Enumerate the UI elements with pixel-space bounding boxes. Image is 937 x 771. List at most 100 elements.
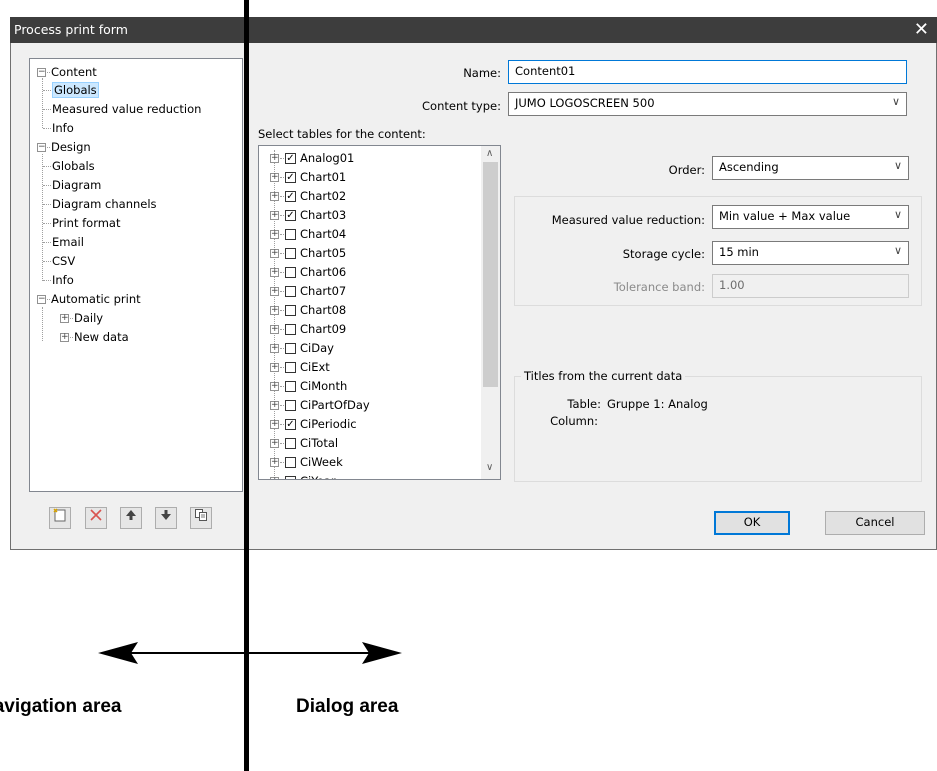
delete-button[interactable] <box>85 507 107 529</box>
tree-node-new-data[interactable]: + New data <box>60 328 129 347</box>
expand-icon[interactable]: + <box>60 333 69 342</box>
table-checkbox[interactable] <box>285 324 296 335</box>
table-checkbox[interactable] <box>285 286 296 297</box>
expand-icon[interactable]: + <box>270 344 279 353</box>
expand-icon[interactable]: + <box>270 268 279 277</box>
table-checkbox[interactable]: ✓ <box>285 191 296 202</box>
expand-icon[interactable]: + <box>270 230 279 239</box>
table-list-item[interactable]: + Chart08 <box>270 301 346 320</box>
move-down-button[interactable] <box>155 507 177 529</box>
expand-icon[interactable]: + <box>270 363 279 372</box>
table-list-item[interactable]: + Chart04 <box>270 225 346 244</box>
expand-icon[interactable]: + <box>270 192 279 201</box>
tree-node-daily[interactable]: + Daily <box>60 309 103 328</box>
storage-cycle-select[interactable]: 15 min ∨ <box>712 241 909 265</box>
expand-icon[interactable]: + <box>270 477 279 479</box>
table-list-item[interactable]: + ✓ CiPeriodic <box>270 415 357 434</box>
collapse-icon[interactable]: − <box>37 68 46 77</box>
expand-icon[interactable]: + <box>270 287 279 296</box>
table-list-item[interactable]: + CiPartOfDay <box>270 396 370 415</box>
expand-icon[interactable]: + <box>270 173 279 182</box>
table-list-item[interactable]: + ✓ Chart01 <box>270 168 346 187</box>
tree-node-print-format[interactable]: Print format <box>43 214 120 233</box>
table-checkbox[interactable]: ✓ <box>285 153 296 164</box>
tables-checklist[interactable]: + ✓ Analog01 + ✓ Chart01 + ✓ Chart02 + ✓ Chart03 + Ch… <box>258 145 501 480</box>
table-checkbox[interactable] <box>285 438 296 449</box>
table-checkbox[interactable] <box>285 305 296 316</box>
expand-icon[interactable]: + <box>60 314 69 323</box>
storage-cycle-label: Storage cycle: <box>622 247 705 261</box>
copy-button[interactable] <box>190 507 212 529</box>
scroll-down-icon[interactable]: ∨ <box>486 462 493 473</box>
table-checkbox[interactable] <box>285 229 296 240</box>
table-list-item[interactable]: + ✓ Chart03 <box>270 206 346 225</box>
tree-node-content-info[interactable]: Info <box>43 119 74 138</box>
table-list-item[interactable]: + CiYear <box>270 472 336 479</box>
order-select[interactable]: Ascending ∨ <box>712 156 909 180</box>
table-list-item[interactable]: + CiTotal <box>270 434 338 453</box>
table-list-item[interactable]: + Chart09 <box>270 320 346 339</box>
content-type-select[interactable]: JUMO LOGOSCREEN 500 ∨ <box>508 92 907 116</box>
table-name: Chart08 <box>300 303 347 317</box>
table-list-item[interactable]: + ✓ Analog01 <box>270 149 354 168</box>
table-checkbox[interactable] <box>285 267 296 278</box>
table-list-item[interactable]: + Chart05 <box>270 244 346 263</box>
expand-icon[interactable]: + <box>270 325 279 334</box>
tree-node-design-globals[interactable]: Globals <box>43 157 95 176</box>
expand-icon[interactable]: + <box>270 382 279 391</box>
table-list-item[interactable]: + CiMonth <box>270 377 347 396</box>
table-name: Chart05 <box>300 246 347 260</box>
tree-node-diagram[interactable]: Diagram <box>43 176 101 195</box>
tree-node-automatic-print[interactable]: − Automatic print <box>37 290 141 309</box>
table-list-item[interactable]: + Chart06 <box>270 263 346 282</box>
table-checkbox[interactable] <box>285 343 296 354</box>
tree-node-design[interactable]: − Design <box>37 138 91 157</box>
table-checkbox[interactable] <box>285 362 296 373</box>
table-checkbox[interactable]: ✓ <box>285 210 296 221</box>
close-icon[interactable]: ✕ <box>914 19 929 40</box>
navigation-tree[interactable]: − Content Globals Measured value reductio… <box>29 58 243 492</box>
tree-node-measured-value-reduction[interactable]: Measured value reduction <box>43 100 201 119</box>
scrollbar-thumb[interactable] <box>483 162 498 387</box>
titles-table-value: Gruppe 1: Analog <box>607 397 708 411</box>
table-checkbox[interactable]: ✓ <box>285 172 296 183</box>
cancel-button[interactable]: Cancel <box>825 511 925 535</box>
table-checkbox[interactable] <box>285 457 296 468</box>
measured-value-reduction-select[interactable]: Min value + Max value ∨ <box>712 205 909 229</box>
collapse-icon[interactable]: − <box>37 295 46 304</box>
content-type-value: JUMO LOGOSCREEN 500 <box>515 96 655 110</box>
table-checkbox[interactable] <box>285 476 296 479</box>
table-list-item[interactable]: + Chart07 <box>270 282 346 301</box>
scroll-up-icon[interactable]: ∧ <box>486 148 493 159</box>
expand-icon[interactable]: + <box>270 249 279 258</box>
tree-node-content-globals[interactable]: Globals <box>43 81 99 100</box>
expand-icon[interactable]: + <box>270 458 279 467</box>
expand-icon[interactable]: + <box>270 154 279 163</box>
expand-icon[interactable]: + <box>270 306 279 315</box>
tree-node-email[interactable]: Email <box>43 233 84 252</box>
tolerance-band-label: Tolerance band: <box>613 280 705 294</box>
ok-button[interactable]: OK <box>714 511 790 535</box>
tree-node-design-info[interactable]: Info <box>43 271 74 290</box>
new-button[interactable] <box>49 507 71 529</box>
titles-table-label: Table: <box>567 397 601 411</box>
expand-icon[interactable]: + <box>270 420 279 429</box>
delete-icon <box>89 509 103 526</box>
table-checkbox[interactable] <box>285 400 296 411</box>
table-list-item[interactable]: + CiDay <box>270 339 334 358</box>
table-checkbox[interactable] <box>285 381 296 392</box>
tree-node-diagram-channels[interactable]: Diagram channels <box>43 195 157 214</box>
table-list-item[interactable]: + CiWeek <box>270 453 343 472</box>
table-checkbox[interactable] <box>285 248 296 259</box>
table-list-item[interactable]: + ✓ Chart02 <box>270 187 346 206</box>
name-input[interactable]: Content01 <box>508 60 907 84</box>
tree-node-content[interactable]: − Content <box>37 63 97 82</box>
expand-icon[interactable]: + <box>270 211 279 220</box>
table-list-item[interactable]: + CiExt <box>270 358 330 377</box>
tree-node-csv[interactable]: CSV <box>43 252 75 271</box>
move-up-button[interactable] <box>120 507 142 529</box>
expand-icon[interactable]: + <box>270 401 279 410</box>
expand-icon[interactable]: + <box>270 439 279 448</box>
table-checkbox[interactable]: ✓ <box>285 419 296 430</box>
collapse-icon[interactable]: − <box>37 143 46 152</box>
